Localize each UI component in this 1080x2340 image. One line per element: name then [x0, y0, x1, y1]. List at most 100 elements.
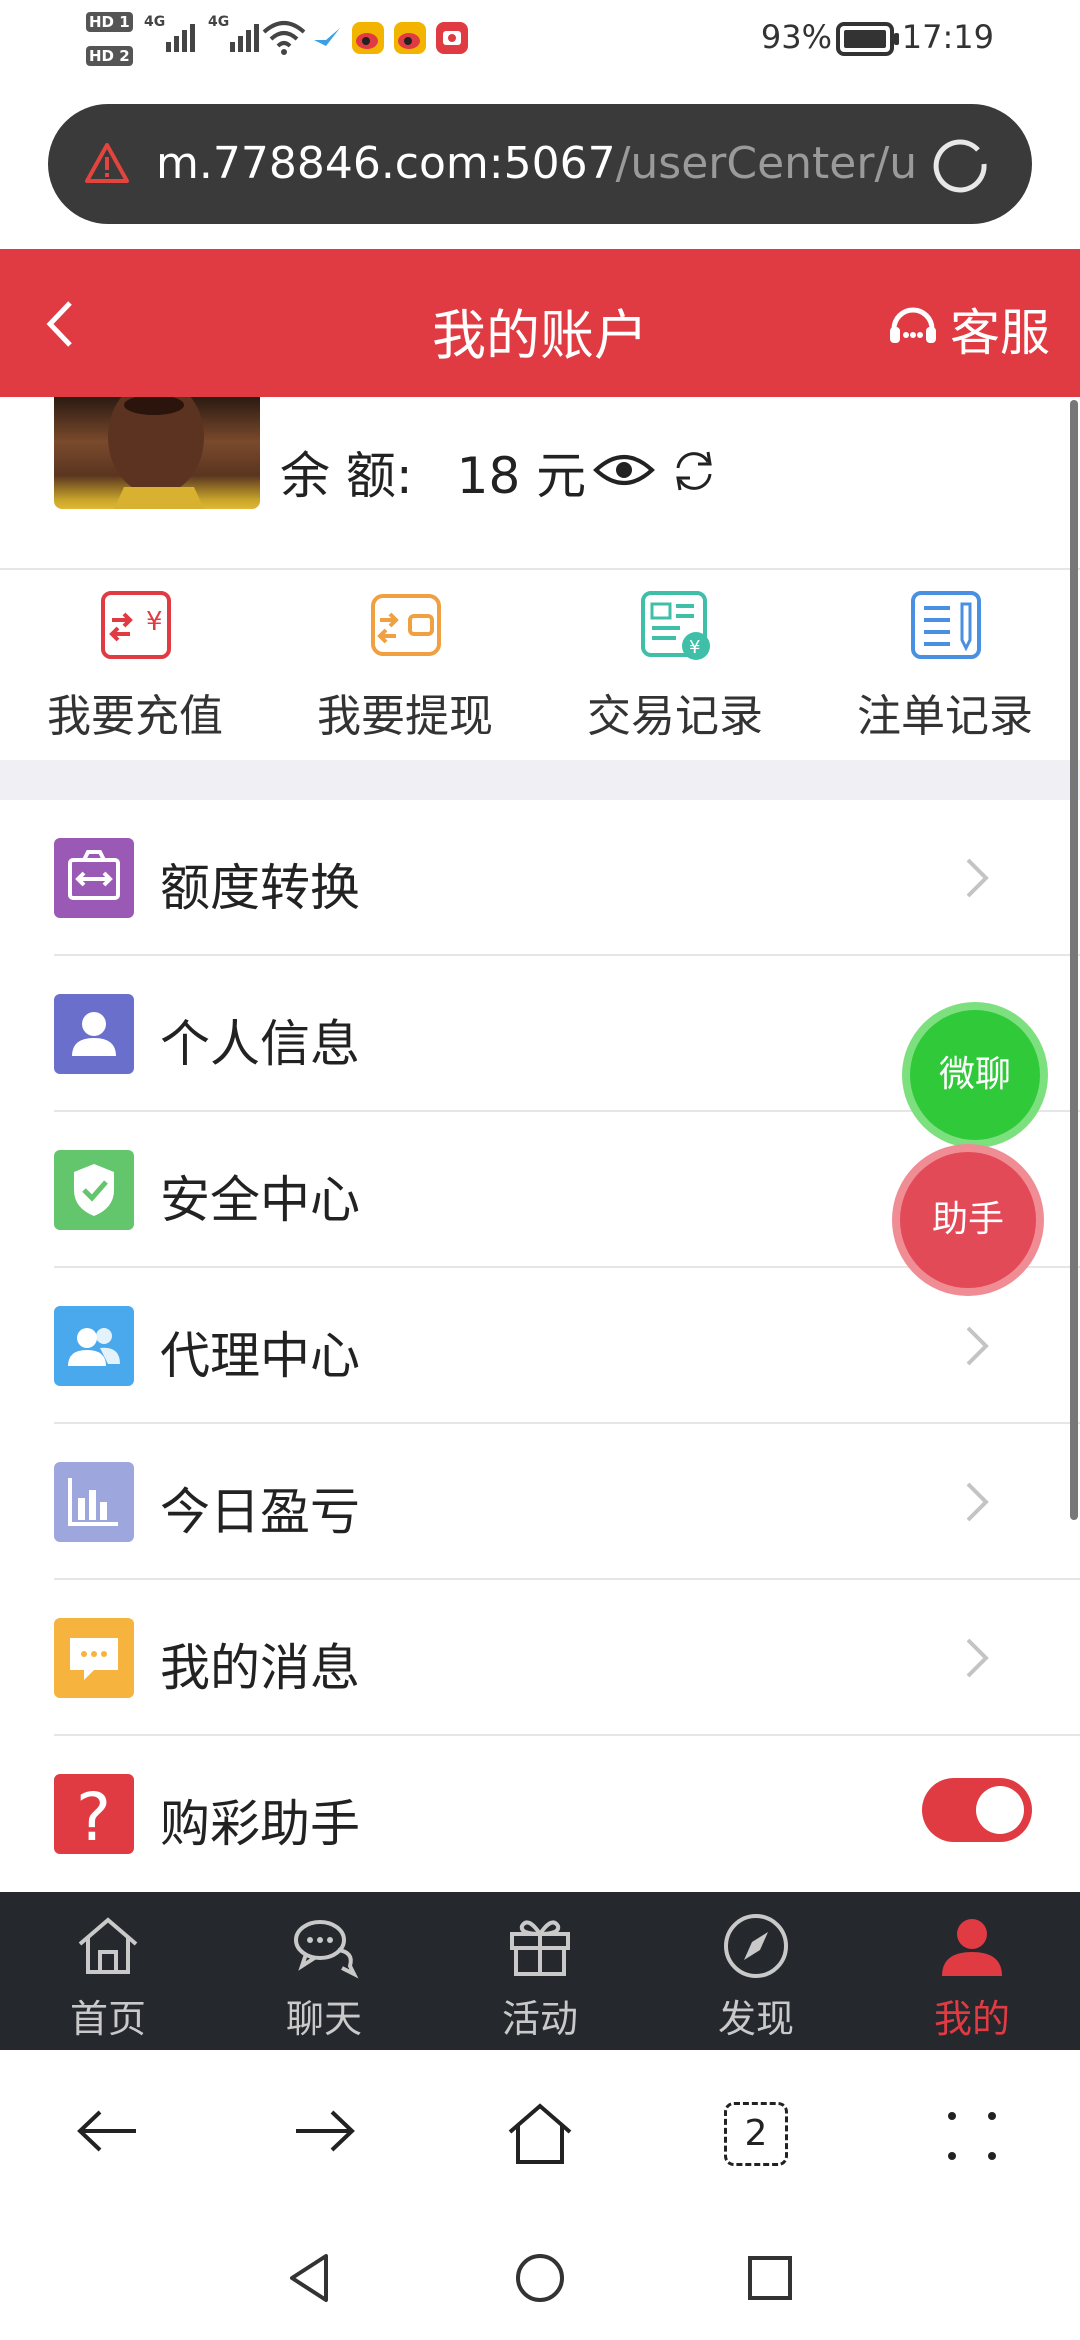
wifi-icon [262, 21, 306, 55]
tab-home[interactable]: 首页 [0, 1892, 216, 2050]
tab-chat[interactable]: 聊天 [216, 1892, 432, 2050]
chevron-right-icon [966, 858, 989, 898]
warning-icon[interactable] [84, 142, 130, 184]
battery-percent: 93% [760, 18, 832, 56]
chart-icon [54, 1462, 134, 1542]
withdraw-button[interactable]: 我要提现 [270, 590, 540, 760]
scrollbar[interactable] [1070, 400, 1078, 1520]
url-text[interactable]: m.778846.com:5067/userCenter/u [156, 134, 946, 194]
more-icon[interactable] [946, 2110, 998, 2162]
browser-toolbar: 2 [0, 2050, 1080, 2220]
url-path: /userCenter/u [615, 138, 918, 189]
app-icon [436, 22, 468, 54]
transaction-record-button[interactable]: ¥ 交易记录 [540, 590, 810, 760]
status-bar: HD 1 HD 2 4G 4G 93% 17:19 [0, 0, 1080, 100]
balance-value: 18 元 [456, 447, 587, 505]
tab-discover[interactable]: 发现 [648, 1892, 864, 2050]
menu-item-agent[interactable]: 代理中心 [0, 1268, 1080, 1424]
chat-icon [294, 1920, 359, 1979]
menu-label: 安全中心 [160, 1171, 360, 1229]
refresh-icon[interactable] [670, 448, 718, 494]
gift-icon [510, 1920, 570, 1976]
bet-record-label: 注单记录 [857, 691, 1033, 742]
message-icon [54, 1618, 134, 1698]
system-recents-icon[interactable] [746, 2254, 794, 2302]
menu-label: 今日盈亏 [160, 1483, 360, 1541]
page-header: 我的账户 客服 [0, 249, 1080, 397]
back-arrow-icon[interactable] [74, 2106, 140, 2156]
question-icon: ? [54, 1774, 134, 1856]
weibo-icon [352, 22, 384, 54]
svg-text:¥: ¥ [146, 607, 163, 637]
browser-url-bar[interactable]: m.778846.com:5067/userCenter/u [48, 104, 1032, 224]
menu-label: 个人信息 [160, 1015, 360, 1073]
network2-label: 4G [208, 14, 230, 30]
menu-label: 购彩助手 [160, 1795, 360, 1853]
divider [0, 568, 1080, 570]
menu-item-messages[interactable]: 我的消息 [0, 1580, 1080, 1736]
avatar[interactable] [54, 397, 260, 509]
tab-label: 首页 [69, 1997, 146, 2041]
service-label: 客服 [950, 304, 1050, 362]
menu-label: 额度转换 [160, 859, 360, 917]
chevron-right-icon [966, 1326, 989, 1366]
customer-service-button[interactable]: 客服 [880, 279, 1080, 369]
network1-label: 4G [144, 14, 166, 30]
home-icon [78, 1917, 138, 1974]
user-icon [54, 994, 134, 1074]
bet-record-icon [911, 591, 981, 659]
recharge-label: 我要充值 [47, 691, 223, 742]
agents-icon [54, 1306, 134, 1386]
home-outline-icon[interactable] [506, 2102, 574, 2166]
clock: 17:19 [901, 18, 994, 56]
tab-activity[interactable]: 活动 [432, 1892, 648, 2050]
menu-label: 代理中心 [160, 1327, 360, 1385]
weibo-icon [394, 22, 426, 54]
wechat-float-button[interactable]: 微聊 [910, 1010, 1040, 1140]
transaction-icon: ¥ [641, 591, 710, 660]
bet-record-button[interactable]: 注单记录 [810, 590, 1080, 760]
signal-icon: 4G [144, 14, 195, 52]
section-gap [0, 760, 1080, 800]
tab-label: 活动 [501, 1997, 578, 2041]
transaction-label: 交易记录 [587, 691, 763, 742]
transfer-icon [54, 838, 134, 918]
sim2-badge: HD 2 [86, 46, 133, 66]
shield-icon [54, 1150, 134, 1230]
headset-icon [890, 307, 936, 343]
system-back-icon[interactable] [286, 2252, 332, 2304]
menu-label: 我的消息 [160, 1639, 360, 1697]
svg-text:¥: ¥ [689, 637, 700, 658]
recharge-button[interactable]: ¥ 我要充值 [0, 590, 270, 760]
tab-label: 聊天 [285, 1997, 362, 2041]
withdraw-icon [371, 594, 441, 656]
chevron-right-icon [966, 1638, 989, 1678]
menu-item-transfer[interactable]: 额度转换 [0, 800, 1080, 956]
tab-label: 发现 [717, 1997, 794, 2041]
eye-icon[interactable] [592, 450, 656, 490]
signal-icon: 4G [208, 14, 259, 52]
compass-icon [724, 1914, 788, 1978]
menu-item-lottery-helper: ? 购彩助手 [0, 1736, 1080, 1892]
chevron-right-icon [966, 1482, 989, 1522]
bottom-nav: 首页 聊天 活动 发现 我的 [0, 1892, 1080, 2050]
recharge-icon: ¥ [101, 591, 171, 659]
menu-item-today-profit[interactable]: 今日盈亏 [0, 1424, 1080, 1580]
profile-icon [942, 1919, 1002, 1976]
system-nav-bar [0, 2220, 1080, 2340]
forward-arrow-icon[interactable] [292, 2106, 358, 2156]
url-host: m.778846.com:5067 [156, 138, 616, 189]
tabs-icon[interactable]: 2 [724, 2102, 788, 2166]
helper-float-button[interactable]: 助手 [900, 1152, 1036, 1288]
withdraw-label: 我要提现 [317, 691, 493, 742]
tab-mine[interactable]: 我的 [864, 1892, 1080, 2050]
sim1-badge: HD 1 [86, 12, 133, 32]
bird-icon [314, 28, 340, 46]
lottery-helper-toggle[interactable] [922, 1778, 1032, 1842]
battery-icon [836, 22, 899, 56]
balance-label: 余 额: [280, 447, 413, 505]
reload-icon[interactable] [928, 132, 992, 196]
balance-row: 余 额: 18 元 [280, 436, 586, 508]
system-home-icon[interactable] [514, 2252, 566, 2304]
svg-text:?: ? [76, 1779, 111, 1854]
